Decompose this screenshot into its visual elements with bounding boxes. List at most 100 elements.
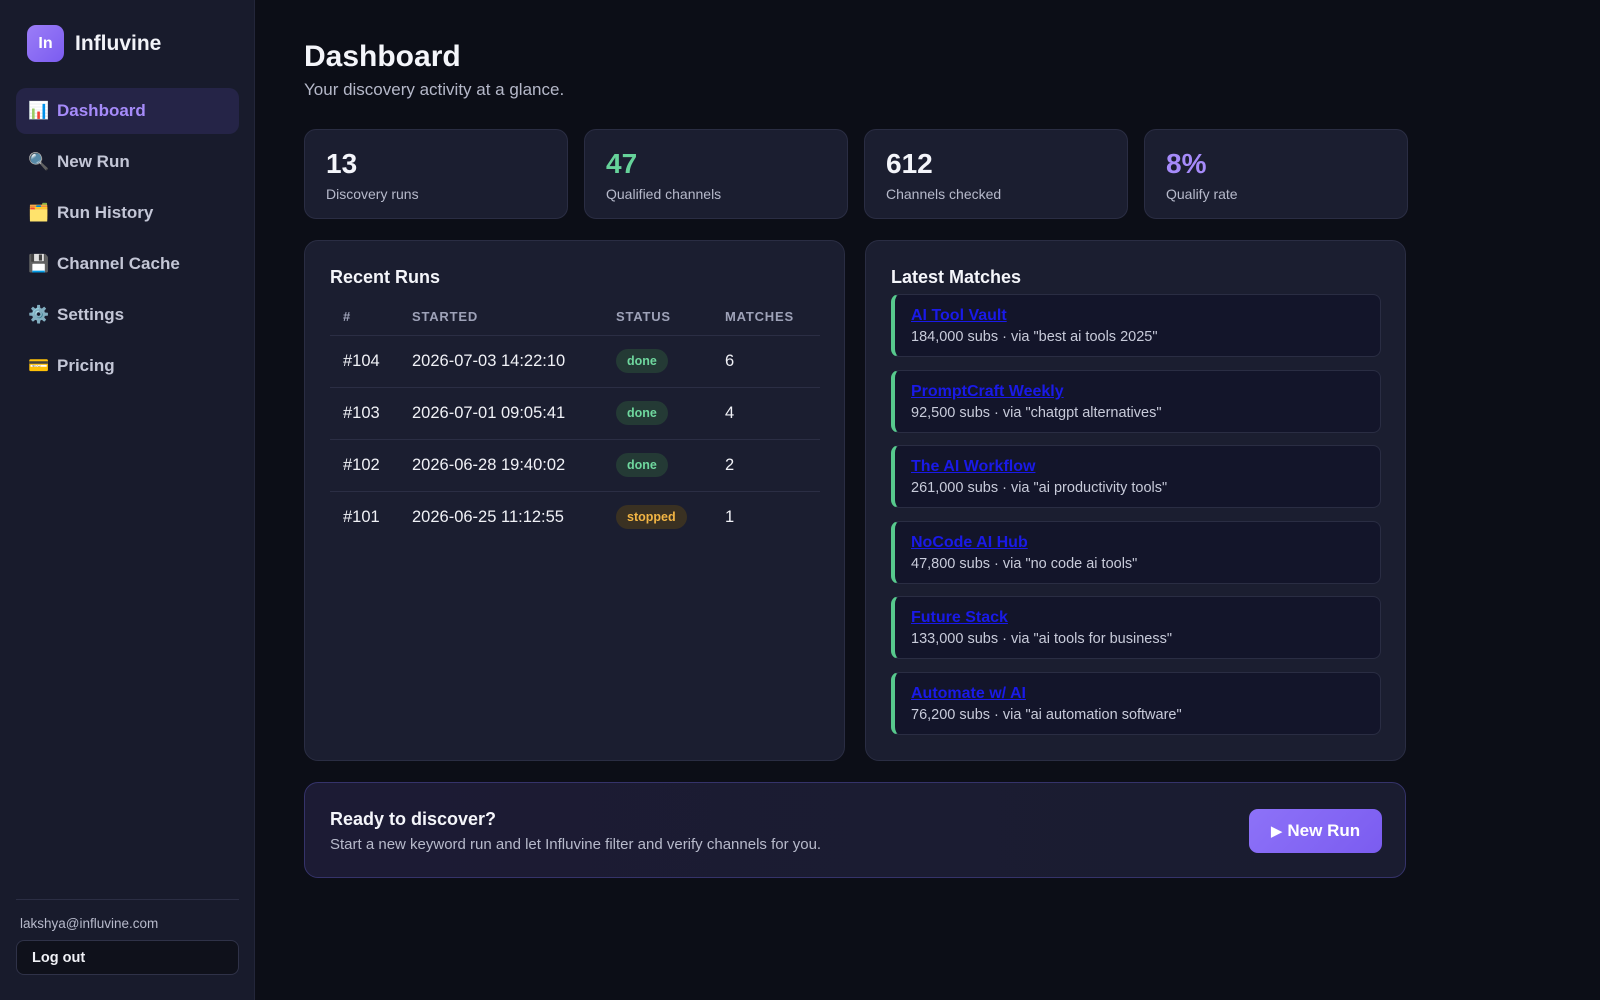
channel-meta: 184,000 subs · via "best ai tools 2025" [911, 329, 1158, 345]
sidebar-footer: lakshya@influvine.com Log out [16, 899, 239, 975]
play-icon: ▶ [1270, 823, 1283, 840]
sidebar-item-label: Dashboard [57, 101, 146, 120]
sidebar-item-label: Channel Cache [57, 254, 180, 273]
magnifier-icon: 🔍 [28, 152, 50, 171]
stat-label: Discovery runs [326, 186, 419, 202]
gear-icon: ⚙️ [28, 305, 50, 324]
cta-title: Ready to discover? [330, 809, 497, 829]
stat-value: 8% [1166, 148, 1207, 179]
column-header-status: STATUS [603, 298, 712, 336]
run-started: 2026-06-28 19:40:02 [399, 439, 603, 492]
run-number: #102 [330, 439, 399, 492]
channel-link[interactable]: NoCode AI Hub [911, 534, 1380, 552]
run-status-cell: stopped [603, 491, 712, 543]
cta-text: Start a new keyword run and let Influvin… [330, 836, 822, 853]
table-row[interactable]: #104 2026-07-03 14:22:10 done 6 [330, 335, 820, 388]
brand-name: Influvine [75, 31, 162, 55]
bar-chart-icon: 📊 [28, 101, 50, 120]
sidebar-item-new-run[interactable]: 🔍 New Run [16, 139, 239, 185]
status-badge: done [616, 401, 668, 425]
user-email: lakshya@influvine.com [20, 916, 159, 931]
run-number: #101 [343, 507, 380, 526]
new-run-button-label: New Run [1287, 821, 1361, 840]
channel-meta: 76,200 subs · via "ai automation softwar… [911, 706, 1182, 723]
run-status-cell: done [603, 335, 712, 388]
new-run-button[interactable]: ▶ New Run [1249, 809, 1382, 853]
sidebar-item-label: Settings [57, 305, 125, 324]
table-header-row: # STARTED STATUS MATCHES [330, 298, 820, 336]
channel-link[interactable]: Automate w/ AI [911, 685, 1380, 703]
stat-card-qualified-channels: 47 Qualified channels [584, 129, 848, 219]
run-matches: 2 [712, 439, 820, 492]
stat-value: 13 [326, 148, 358, 179]
channel-meta: 261,000 subs · via "ai productivity tool… [911, 480, 1168, 497]
sidebar-item-pricing[interactable]: 💳 Pricing [16, 343, 239, 389]
table-row[interactable]: #101 2026-06-25 11:12:55 stopped 1 [330, 491, 820, 543]
stat-label: Qualify rate [1166, 186, 1238, 202]
brand-logo: In [27, 25, 64, 62]
sidebar-item-channel-cache[interactable]: 💾 Channel Cache [16, 241, 239, 287]
sidebar-nav: 📊 Dashboard 🔍 New Run 🗂️ Run History 💾 C… [16, 88, 239, 394]
list-item: PromptCraft Weekly 92,500 subs · via "ch… [891, 369, 1381, 433]
run-status-cell: done [603, 439, 712, 492]
channel-meta: 92,500 subs · via "chatgpt alternatives" [911, 404, 1162, 421]
cta-banner: Ready to discover? Start a new keyword r… [304, 782, 1406, 878]
run-number: #104 [330, 335, 399, 388]
stat-card-channels-checked: 612 Channels checked [864, 129, 1128, 219]
stat-label: Qualified channels [606, 186, 722, 202]
channel-meta: 47,800 subs · via "no code ai tools" [911, 555, 1138, 572]
floppy-disk-icon: 💾 [28, 254, 50, 273]
channel-link[interactable]: The AI Workflow [911, 458, 1380, 476]
channel-link[interactable]: PromptCraft Weekly [911, 383, 1380, 401]
sidebar-item-settings[interactable]: ⚙️ Settings [16, 292, 239, 338]
list-item: AI Tool Vault 184,000 subs · via "best a… [891, 294, 1381, 357]
stats-row: 13 Discovery runs 47 Qualified channels … [304, 129, 1424, 219]
stat-value: 47 [606, 148, 638, 179]
recent-runs-panel: Recent Runs # STARTED STATUS MATCHES #10… [304, 240, 845, 761]
status-badge: done [616, 453, 668, 477]
runs-table: # STARTED STATUS MATCHES #104 2026-07-03… [330, 298, 820, 543]
run-matches: 1 [725, 507, 735, 526]
page-subtitle: Your discovery activity at a glance. [304, 80, 565, 99]
stat-label: Channels checked [886, 186, 1002, 202]
list-item: The AI Workflow 261,000 subs · via "ai p… [891, 445, 1381, 509]
panel-title: Latest Matches [891, 267, 1022, 287]
channel-link[interactable]: AI Tool Vault [911, 307, 1380, 325]
status-badge: stopped [616, 505, 687, 530]
credit-card-icon: 💳 [28, 356, 50, 375]
sidebar-item-label: New Run [57, 152, 130, 171]
folder-icon: 🗂️ [28, 203, 50, 222]
panel-title: Recent Runs [330, 267, 441, 287]
stat-value: 612 [886, 148, 933, 179]
sidebar-item-dashboard[interactable]: 📊 Dashboard [16, 88, 239, 134]
run-number: #103 [330, 387, 399, 440]
sidebar-item-label: Run History [57, 203, 154, 222]
page-title: Dashboard [304, 40, 461, 73]
matches-list: AI Tool Vault 184,000 subs · via "best a… [891, 294, 1381, 748]
list-item: NoCode AI Hub 47,800 subs · via "no code… [891, 520, 1381, 584]
status-badge: done [616, 349, 668, 373]
table-row[interactable]: #103 2026-07-01 09:05:41 done 4 [330, 387, 820, 440]
run-started: 2026-07-03 14:22:10 [399, 335, 603, 388]
sidebar-item-label: Pricing [57, 356, 115, 375]
sidebar-item-run-history[interactable]: 🗂️ Run History [16, 190, 239, 236]
list-item: Future Stack 133,000 subs · via "ai tool… [891, 596, 1381, 660]
latest-matches-panel: Latest Matches AI Tool Vault 184,000 sub… [865, 240, 1406, 761]
run-matches: 6 [712, 335, 820, 388]
run-started: 2026-06-25 11:12:55 [412, 507, 564, 526]
run-started: 2026-07-01 09:05:41 [399, 387, 603, 440]
table-row[interactable]: #102 2026-06-28 19:40:02 done 2 [330, 439, 820, 492]
stat-card-qualify-rate: 8% Qualify rate [1144, 129, 1408, 219]
channel-link[interactable]: Future Stack [911, 609, 1380, 627]
brand[interactable]: In Influvine [27, 25, 161, 62]
channel-meta: 133,000 subs · via "ai tools for busines… [911, 631, 1172, 648]
run-status-cell: done [603, 387, 712, 440]
list-item: Automate w/ AI 76,200 subs · via "ai aut… [891, 671, 1381, 735]
column-header-matches: MATCHES [712, 298, 820, 336]
column-header-started: STARTED [399, 298, 603, 336]
stat-card-discovery-runs: 13 Discovery runs [304, 129, 568, 219]
sidebar: In Influvine 📊 Dashboard 🔍 New Run 🗂️ Ru… [0, 0, 255, 1000]
column-header-number: # [330, 298, 399, 336]
run-matches: 4 [712, 387, 820, 440]
logout-button[interactable]: Log out [16, 940, 239, 975]
